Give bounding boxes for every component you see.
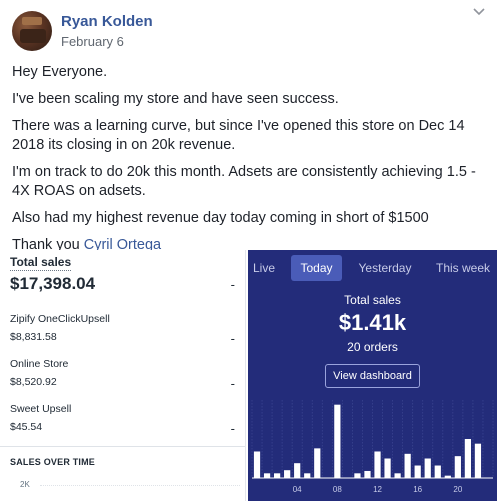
chart-bar[interactable] bbox=[384, 458, 391, 479]
chart-bar[interactable] bbox=[253, 451, 261, 478]
chart-bar[interactable] bbox=[354, 473, 361, 478]
chart-bar[interactable] bbox=[304, 473, 311, 478]
chart-bar[interactable] bbox=[394, 473, 401, 478]
chart-bar[interactable] bbox=[314, 448, 321, 478]
sales-row-dash: - bbox=[230, 331, 235, 346]
chart-bar[interactable] bbox=[334, 404, 341, 478]
chart-bar[interactable] bbox=[404, 453, 411, 478]
facebook-post: Ryan Kolden February 6 Hey Everyone. I'v… bbox=[0, 0, 497, 253]
chart-bar[interactable] bbox=[284, 470, 291, 478]
post-body: Hey Everyone. I've been scaling my store… bbox=[12, 63, 490, 263]
chart-bar[interactable] bbox=[294, 463, 301, 478]
sales-over-time-title: SALES OVER TIME bbox=[10, 457, 96, 467]
chart-bar[interactable] bbox=[454, 456, 461, 478]
tab-this-week[interactable]: This week bbox=[432, 255, 494, 281]
post-paragraph: I'm on track to do 20k this month. Adset… bbox=[12, 164, 476, 199]
chart-bar[interactable] bbox=[374, 451, 381, 478]
x-tick-label: 08 bbox=[333, 485, 342, 494]
avatar[interactable] bbox=[12, 11, 52, 51]
tab-yesterday[interactable]: Yesterday bbox=[352, 255, 418, 281]
sales-row-value: $8,831.58 bbox=[10, 331, 57, 343]
x-tick-label: 04 bbox=[293, 485, 302, 494]
total-sales-panel: Total sales $17,398.04 - Zipify OneClick… bbox=[0, 250, 246, 501]
x-tick-label: 12 bbox=[373, 485, 382, 494]
sales-row-dash: - bbox=[230, 376, 235, 391]
post-paragraph: Also had my highest revenue day today co… bbox=[12, 210, 429, 226]
chevron-down-icon[interactable] bbox=[471, 5, 487, 19]
post-paragraph: Hey Everyone. bbox=[12, 64, 108, 80]
total-sales-dash: - bbox=[230, 277, 235, 292]
chart-bar[interactable] bbox=[464, 439, 472, 478]
author-name[interactable]: Ryan Kolden bbox=[61, 13, 153, 30]
post-paragraph: I've been scaling my store and have seen… bbox=[12, 91, 339, 107]
hourly-sales-chart: 04 08 12 16 20 bbox=[251, 400, 494, 494]
sales-row-label: Sweet Upsell bbox=[10, 403, 72, 415]
divider bbox=[0, 446, 245, 447]
chart-bar[interactable] bbox=[364, 470, 371, 478]
sales-row-label: Zipify OneClickUpsell bbox=[10, 313, 110, 325]
chart-bar[interactable] bbox=[474, 443, 482, 478]
chart-bar[interactable] bbox=[273, 473, 281, 478]
sales-row-label: Online Store bbox=[10, 358, 69, 370]
total-sales-title[interactable]: Total sales bbox=[10, 255, 72, 271]
live-view-panel: Live Today Yesterday This week Total sal… bbox=[248, 250, 497, 501]
orders-count: 20 orders bbox=[347, 340, 398, 354]
gridline bbox=[40, 485, 240, 486]
chart-bar[interactable] bbox=[424, 458, 431, 479]
chart-bar[interactable] bbox=[414, 465, 421, 478]
view-dashboard-button[interactable]: View dashboard bbox=[325, 364, 420, 388]
post-date[interactable]: February 6 bbox=[61, 34, 124, 49]
chart-bar[interactable] bbox=[263, 473, 271, 478]
sales-row-value: $8,520.92 bbox=[10, 376, 57, 388]
post-paragraph: There was a learning curve, but since I'… bbox=[12, 118, 465, 153]
y-tick-label: 2K bbox=[20, 480, 30, 489]
stat-value: $1.41k bbox=[338, 310, 407, 335]
tab-today[interactable]: Today bbox=[291, 255, 342, 281]
x-tick-label: 20 bbox=[453, 485, 462, 494]
sales-row-dash: - bbox=[230, 421, 235, 436]
chart-bar[interactable] bbox=[444, 475, 451, 478]
sales-row-value: $45.54 bbox=[10, 421, 43, 433]
tab-live[interactable]: Live bbox=[248, 255, 280, 281]
stat-label: Total sales bbox=[344, 293, 401, 307]
chart-bar[interactable] bbox=[434, 465, 441, 478]
x-tick-label: 16 bbox=[413, 485, 422, 494]
total-sales-value: $17,398.04 bbox=[10, 274, 96, 293]
